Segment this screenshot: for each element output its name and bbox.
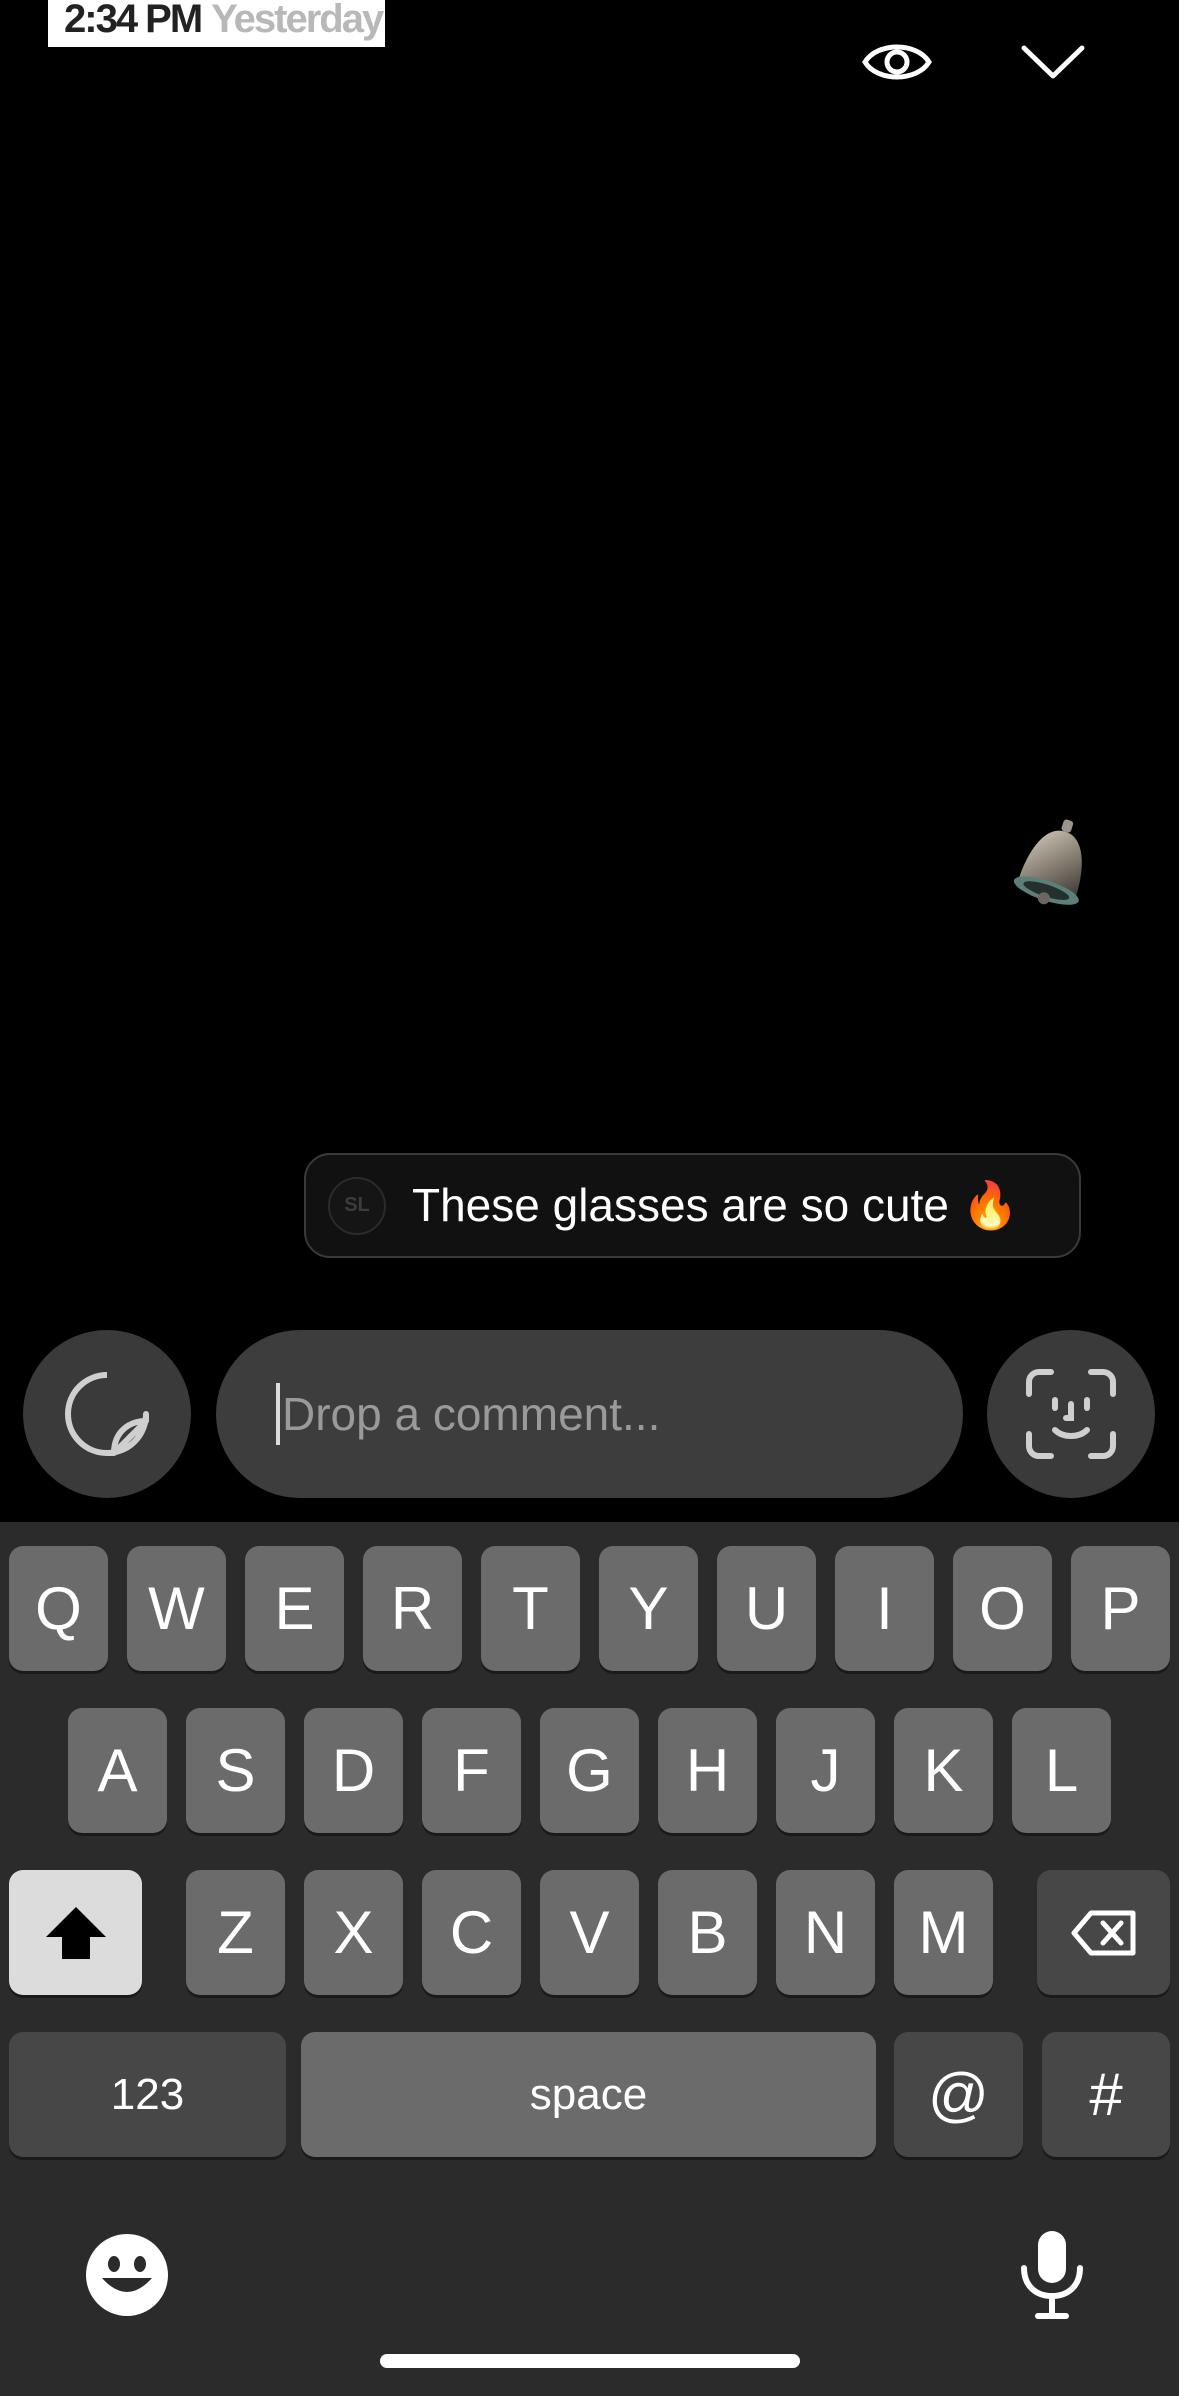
key-w[interactable]: W — [127, 1546, 226, 1671]
chevron-down-icon[interactable] — [1013, 22, 1093, 102]
home-indicator[interactable] — [380, 2354, 800, 2368]
key-e[interactable]: E — [245, 1546, 344, 1671]
avatar-initials: SL — [344, 1194, 370, 1216]
delete-key[interactable] — [1037, 1870, 1170, 1995]
key-n[interactable]: N — [776, 1870, 875, 1995]
backspace-icon — [1071, 1910, 1135, 1955]
key-l[interactable]: L — [1012, 1708, 1111, 1833]
key-x[interactable]: X — [304, 1870, 403, 1995]
key-u[interactable]: U — [717, 1546, 816, 1671]
shift-key[interactable] — [9, 1870, 142, 1995]
key-s[interactable]: S — [186, 1708, 285, 1833]
shift-icon — [45, 1906, 106, 1959]
face-effects-button[interactable] — [987, 1330, 1155, 1498]
comment-bubble[interactable]: SL These glasses are so cute 🔥 — [304, 1153, 1081, 1258]
eye-icon[interactable] — [857, 22, 937, 102]
key-j[interactable]: J — [776, 1708, 875, 1833]
microphone-icon[interactable] — [1018, 2228, 1086, 2320]
key-c[interactable]: C — [422, 1870, 521, 1995]
key-h[interactable]: H — [658, 1708, 757, 1833]
story-timestamp: 2:34 PM Yesterday — [48, 0, 385, 47]
key-f[interactable]: F — [422, 1708, 521, 1833]
sticker-button[interactable] — [23, 1330, 191, 1498]
emoji-icon[interactable] — [84, 2232, 170, 2318]
key-d[interactable]: D — [304, 1708, 403, 1833]
timestamp-time: 2:34 PM — [64, 0, 203, 41]
key-m[interactable]: M — [894, 1870, 993, 1995]
numbers-key[interactable]: 123 — [9, 2032, 286, 2157]
key-i[interactable]: I — [835, 1546, 934, 1671]
text-cursor — [276, 1383, 280, 1445]
key-p[interactable]: P — [1071, 1546, 1170, 1671]
sticker-icon — [65, 1372, 149, 1456]
keyboard: Q W E R T Y U I O P A S D F G H J K L Z … — [0, 1522, 1179, 2396]
story-reply-screen: 2:34 PM Yesterday SL These glasses are s… — [0, 0, 1179, 2396]
key-b[interactable]: B — [658, 1870, 757, 1995]
hash-key[interactable]: # — [1042, 2032, 1170, 2157]
key-a[interactable]: A — [68, 1708, 167, 1833]
key-q[interactable]: Q — [9, 1546, 108, 1671]
comment-input[interactable]: Drop a comment... — [216, 1330, 963, 1498]
comment-placeholder: Drop a comment... — [282, 1388, 661, 1440]
avatar[interactable]: SL — [328, 1176, 386, 1235]
bell-sticker[interactable] — [1003, 812, 1107, 916]
key-y[interactable]: Y — [599, 1546, 698, 1671]
comment-text: These glasses are so cute 🔥 — [412, 1179, 1020, 1231]
key-t[interactable]: T — [481, 1546, 580, 1671]
key-g[interactable]: G — [540, 1708, 639, 1833]
space-key[interactable]: space — [301, 2032, 876, 2157]
key-r[interactable]: R — [363, 1546, 462, 1671]
timestamp-day: Yesterday — [211, 0, 384, 41]
key-v[interactable]: V — [540, 1870, 639, 1995]
key-o[interactable]: O — [953, 1546, 1052, 1671]
key-k[interactable]: K — [894, 1708, 993, 1833]
face-scan-icon — [1026, 1369, 1116, 1459]
at-key[interactable]: @ — [894, 2032, 1023, 2157]
key-z[interactable]: Z — [186, 1870, 285, 1995]
